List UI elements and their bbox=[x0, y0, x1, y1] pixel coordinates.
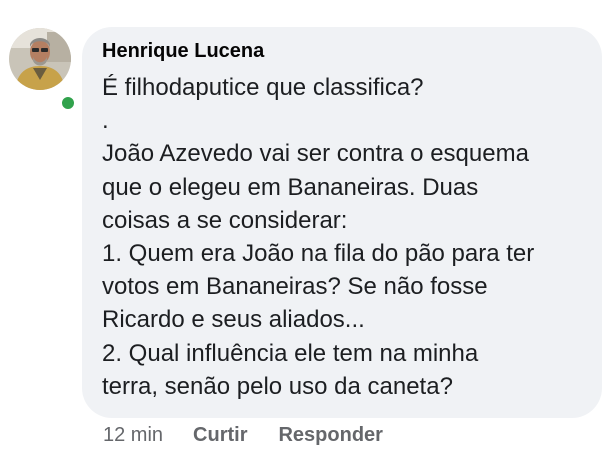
comment-line: É filhodaputice que classifica? bbox=[102, 74, 424, 101]
reply-button[interactable]: Responder bbox=[278, 424, 382, 447]
comment-line: que o elegeu em Bananeiras. Duas bbox=[102, 173, 479, 201]
comment-text: É filhodaputice que classifica? . João A… bbox=[102, 71, 597, 403]
online-status-indicator bbox=[59, 94, 77, 112]
avatar-photo bbox=[9, 28, 71, 90]
comment-line: terra, senão pelo uso da caneta? bbox=[102, 372, 453, 400]
like-button[interactable]: Curtir bbox=[193, 424, 247, 447]
comment: Henrique Lucena É filhodaputice que clas… bbox=[0, 0, 610, 451]
comment-bubble: Henrique Lucena É filhodaputice que clas… bbox=[82, 27, 602, 418]
comment-line: 1. Quem era João na fila do pão para ter bbox=[102, 240, 535, 268]
comment-actions: 12 min Curtir Responder bbox=[103, 424, 383, 447]
comment-line: Ricardo e seus aliados... bbox=[102, 306, 365, 334]
author-name[interactable]: Henrique Lucena bbox=[102, 40, 264, 63]
comment-line: João Azevedo vai ser contra o esquema bbox=[102, 140, 529, 168]
avatar[interactable] bbox=[9, 28, 77, 112]
comment-line: 2. Qual influência ele tem na minha bbox=[102, 339, 479, 367]
comment-timestamp[interactable]: 12 min bbox=[103, 424, 163, 447]
comment-line: coisas a se considerar: bbox=[102, 206, 348, 234]
comment-line: votos em Bananeiras? Se não fosse bbox=[102, 273, 488, 301]
comment-line: . bbox=[102, 107, 109, 135]
